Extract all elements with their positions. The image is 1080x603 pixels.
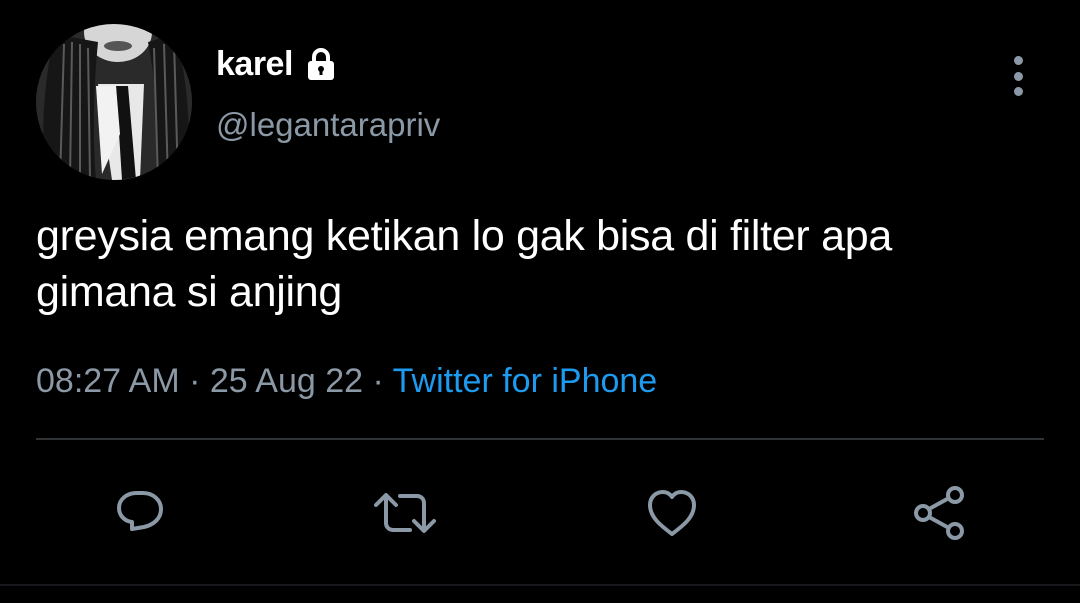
share-icon — [914, 486, 964, 540]
tweet-meta: 08:27 AM · 25 Aug 22 · Twitter for iPhon… — [36, 362, 657, 401]
like-button[interactable] — [637, 478, 707, 548]
meta-separator: · — [372, 362, 393, 400]
more-dot — [1013, 71, 1023, 81]
like-icon — [648, 490, 696, 536]
retweet-button[interactable] — [370, 478, 440, 548]
tweet-text-line-1: greysia emang ketikan lo gak bisa di fil… — [36, 212, 892, 260]
author-name-row[interactable]: karel — [216, 40, 339, 88]
action-bar — [0, 478, 1080, 548]
author-handle[interactable]: @legantarapriv — [216, 106, 440, 144]
avatar-image — [36, 24, 192, 180]
tweet-time[interactable]: 08:27 AM — [36, 362, 180, 400]
more-vertical-icon — [1013, 56, 1023, 65]
tweet-text: greysia emang ketikan lo gak bisa di fil… — [36, 208, 1046, 320]
reply-button[interactable] — [105, 478, 175, 548]
bottom-divider — [0, 584, 1080, 586]
avatar[interactable] — [36, 24, 192, 180]
retweet-icon — [374, 493, 436, 533]
share-button[interactable] — [904, 478, 974, 548]
reply-icon — [117, 491, 163, 531]
meta-separator: · — [189, 362, 210, 400]
tweet-date[interactable]: 25 Aug 22 — [210, 362, 363, 400]
author-display-name[interactable]: karel — [216, 45, 293, 84]
more-dot — [1013, 87, 1023, 96]
tweet-source-link[interactable]: Twitter for iPhone — [393, 362, 658, 400]
tweet-text-line-2: gimana si anjing — [36, 268, 342, 316]
more-options-button[interactable] — [998, 52, 1038, 100]
lock-icon — [303, 46, 339, 82]
divider — [36, 438, 1044, 440]
